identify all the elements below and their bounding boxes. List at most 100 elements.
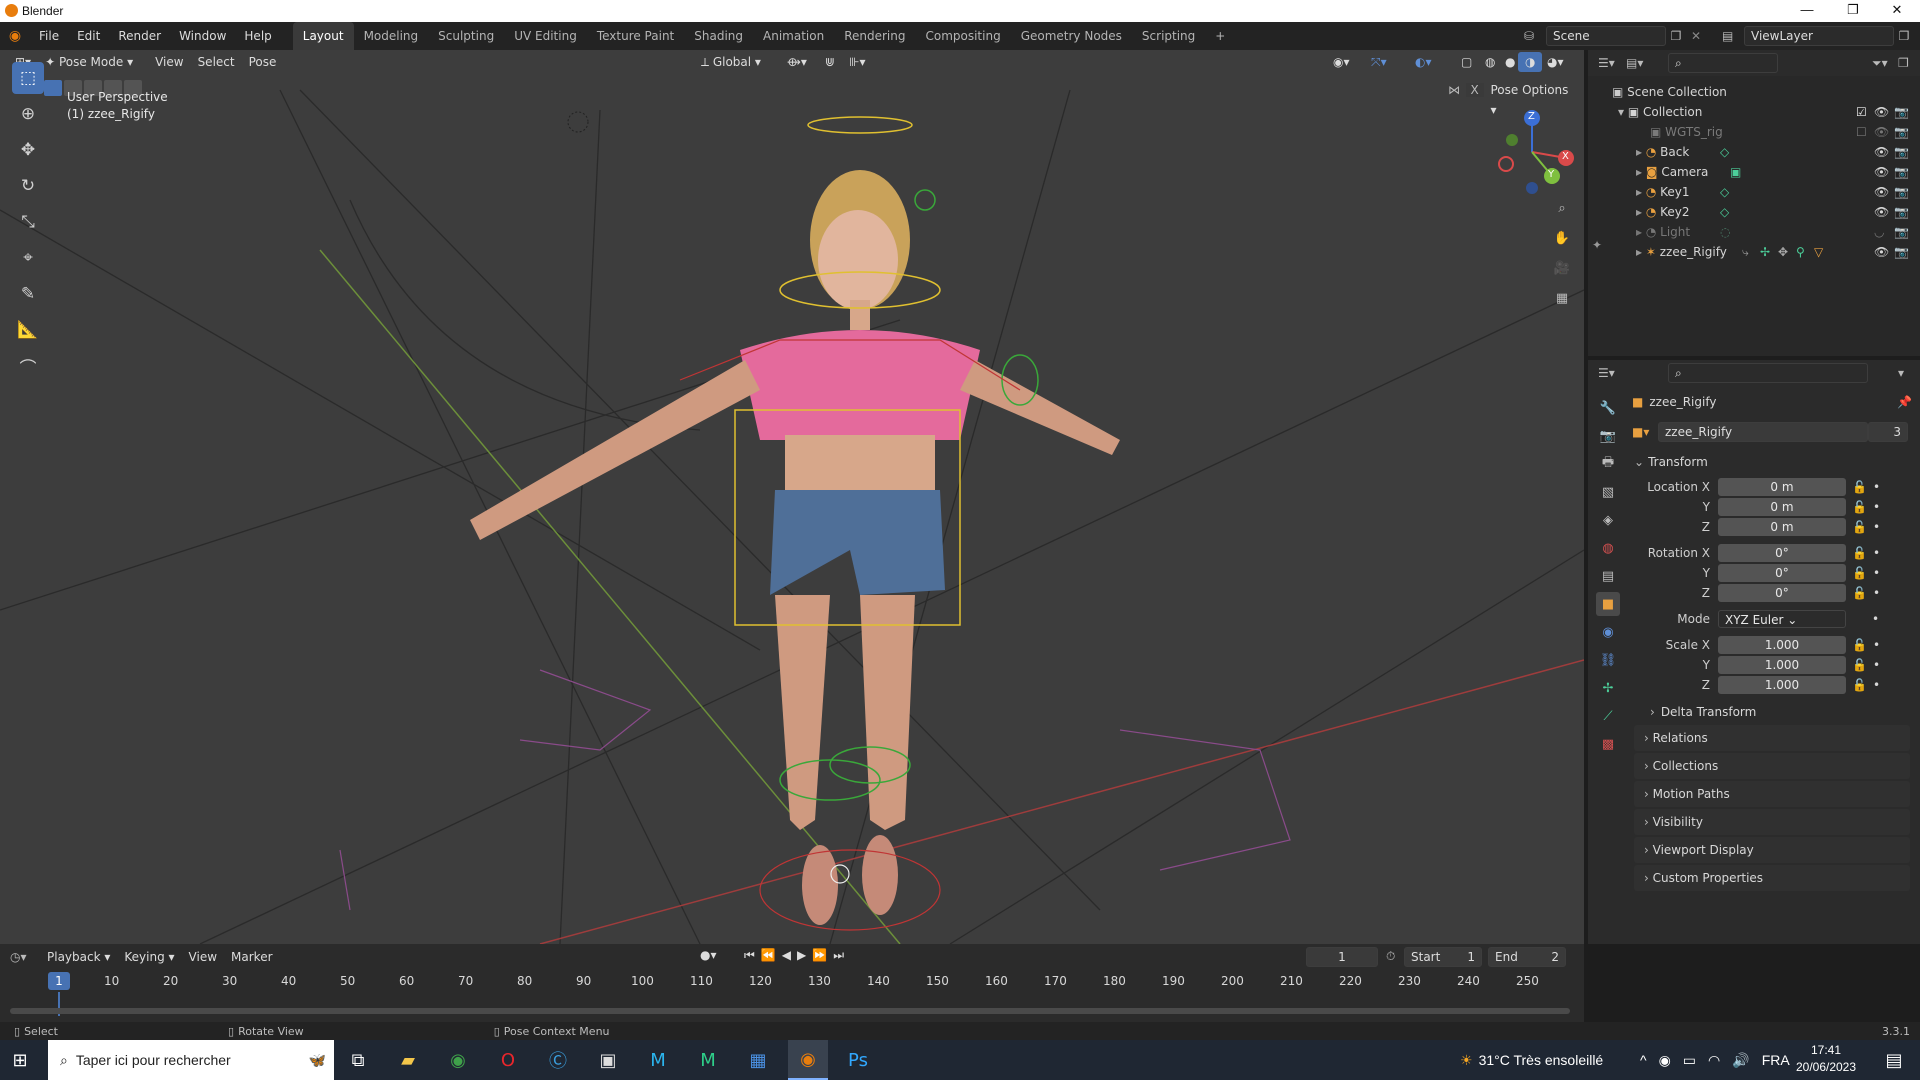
tab-geometry-nodes[interactable]: Geometry Nodes bbox=[1011, 22, 1132, 50]
pose-mode-toggle-icon[interactable]: ✦ bbox=[1592, 238, 1602, 252]
scale-x-field[interactable]: 1.000 bbox=[1718, 636, 1846, 654]
volume-icon[interactable]: 🔊 bbox=[1732, 1052, 1749, 1069]
prev-keyframe-icon[interactable]: ⏪ bbox=[761, 948, 782, 962]
collection-tab-icon[interactable]: ▤ bbox=[1596, 564, 1620, 588]
new-viewlayer-icon[interactable]: ❐ bbox=[1894, 29, 1914, 43]
expand-icon[interactable]: ▸ bbox=[1636, 245, 1646, 259]
lock-icon[interactable]: 🔓 bbox=[1852, 566, 1867, 580]
outliner-item-key1[interactable]: ▸ ◔ Key1 ◇ 👁 📷 bbox=[1588, 182, 1920, 202]
minimize-button[interactable]: — bbox=[1784, 0, 1830, 22]
rotation-z-field[interactable]: 0° bbox=[1718, 584, 1846, 602]
maximize-button[interactable]: ❐ bbox=[1830, 0, 1876, 22]
overlays-icon[interactable]: ◐▾ bbox=[1408, 52, 1439, 72]
visibility-icon[interactable]: ◉▾ bbox=[1326, 52, 1357, 72]
menu-file[interactable]: File bbox=[30, 22, 68, 50]
rotation-x-field[interactable]: 0° bbox=[1718, 544, 1846, 562]
measure-tool-icon[interactable]: 📐 bbox=[12, 314, 44, 346]
blender-menu-icon[interactable]: ◉ bbox=[0, 28, 30, 44]
notifications-icon[interactable]: ▤ bbox=[1874, 1040, 1914, 1080]
tab-texture-paint[interactable]: Texture Paint bbox=[587, 22, 684, 50]
xray-icon[interactable]: ▢ bbox=[1454, 52, 1479, 72]
options-dropdown-icon[interactable]: ▾ bbox=[1898, 366, 1904, 380]
tab-modeling[interactable]: Modeling bbox=[354, 22, 429, 50]
users-count[interactable]: 3 bbox=[1868, 422, 1908, 442]
render-camera-icon[interactable]: 📷 bbox=[1894, 122, 1909, 142]
tray-app-icon[interactable]: ◉ bbox=[1659, 1052, 1671, 1069]
snap-icon[interactable]: ⋓ bbox=[818, 52, 842, 72]
ortho-grid-icon[interactable]: ▦ bbox=[1550, 286, 1574, 310]
lock-icon[interactable]: 🔓 bbox=[1852, 638, 1867, 652]
frame-ruler[interactable]: 1 10 20 30 40 50 60 70 80 90 100 110 120… bbox=[0, 970, 1584, 992]
start-frame-field[interactable]: Start 1 bbox=[1404, 947, 1482, 967]
scene-collection-row[interactable]: ▣ Scene Collection bbox=[1588, 82, 1920, 102]
lock-icon[interactable]: 🔓 bbox=[1852, 586, 1867, 600]
keyframe-dot-icon[interactable]: • bbox=[1873, 520, 1880, 534]
expand-icon[interactable]: ▸ bbox=[1636, 205, 1646, 219]
tab-shading[interactable]: Shading bbox=[684, 22, 753, 50]
tab-uv-editing[interactable]: UV Editing bbox=[504, 22, 587, 50]
jump-start-icon[interactable]: ⏮ bbox=[744, 948, 761, 962]
move-tool-icon[interactable]: ✥ bbox=[12, 134, 44, 166]
timeline-view-menu[interactable]: View bbox=[182, 947, 224, 967]
camera-view-icon[interactable]: 🎥 bbox=[1550, 256, 1574, 280]
lock-icon[interactable]: 🔓 bbox=[1852, 658, 1867, 672]
annotate-tool-icon[interactable]: ✎ bbox=[12, 278, 44, 310]
store-icon[interactable]: ▣ bbox=[588, 1040, 628, 1080]
tab-rendering[interactable]: Rendering bbox=[834, 22, 915, 50]
keyframe-dot-icon[interactable]: • bbox=[1873, 638, 1880, 652]
outliner-item-light[interactable]: ▸ ◔ Light ◌ ◡ 📷 bbox=[1588, 222, 1920, 242]
next-keyframe-icon[interactable]: ⏩ bbox=[812, 948, 833, 962]
current-frame-field[interactable]: 1 bbox=[1306, 947, 1378, 967]
3d-viewport[interactable]: ⊞▾ ✦ Pose Mode ▾ View Select Pose ⟂ Glob… bbox=[0, 50, 1584, 944]
tab-scripting[interactable]: Scripting bbox=[1132, 22, 1205, 50]
taskbar-search-box[interactable]: ⌕ Taper ici pour rechercher 🦋 bbox=[48, 1040, 334, 1080]
mirror-icon[interactable]: ⋈ bbox=[1448, 83, 1466, 97]
lock-icon[interactable]: 🔓 bbox=[1852, 500, 1867, 514]
menu-pose[interactable]: Pose bbox=[242, 52, 284, 72]
eye-icon[interactable]: 👁 bbox=[1874, 202, 1889, 222]
eye-closed-icon[interactable]: ◡ bbox=[1874, 222, 1884, 242]
tab-animation[interactable]: Animation bbox=[753, 22, 834, 50]
render-camera-icon[interactable]: 📷 bbox=[1894, 102, 1909, 122]
snap-target-icon[interactable]: ⊪▾ bbox=[842, 52, 872, 72]
outliner-item-back[interactable]: ▸ ◔ Back ◇ 👁 📷 bbox=[1588, 142, 1920, 162]
menu-edit[interactable]: Edit bbox=[68, 22, 109, 50]
weather-widget[interactable]: ☀ 31°C Très ensoleillé bbox=[1460, 1040, 1603, 1080]
delete-viewlayer-icon[interactable]: ✕ bbox=[1914, 29, 1920, 43]
tab-sculpting[interactable]: Sculpting bbox=[428, 22, 504, 50]
menu-render[interactable]: Render bbox=[109, 22, 170, 50]
output-tab-icon[interactable]: 🖶 bbox=[1596, 452, 1620, 476]
tab-compositing[interactable]: Compositing bbox=[915, 22, 1010, 50]
exclude-checkbox[interactable]: ☐ bbox=[1856, 122, 1867, 142]
scale-y-field[interactable]: 1.000 bbox=[1718, 656, 1846, 674]
preview-range-icon[interactable]: ⏱ bbox=[1386, 949, 1395, 964]
view-layer-tab-icon[interactable]: ▧ bbox=[1596, 480, 1620, 504]
timeline-scrollbar[interactable] bbox=[10, 1008, 1570, 1014]
transform-orientation-dropdown[interactable]: ⟂ Global ▾ bbox=[694, 52, 768, 72]
rotation-y-field[interactable]: 0° bbox=[1718, 564, 1846, 582]
outliner-item-key2[interactable]: ▸ ◔ Key2 ◇ 👁 📷 bbox=[1588, 202, 1920, 222]
lock-icon[interactable]: 🔓 bbox=[1852, 520, 1867, 534]
tool-tab-icon[interactable]: 🔧 bbox=[1596, 396, 1620, 420]
expand-icon[interactable]: ▸ bbox=[1636, 225, 1646, 239]
delete-scene-icon[interactable]: ✕ bbox=[1686, 29, 1706, 43]
render-camera-icon[interactable]: 📷 bbox=[1894, 222, 1909, 242]
scene-tab-icon[interactable]: ◈ bbox=[1596, 508, 1620, 532]
outliner-item-wgts[interactable]: ▣ WGTS_rig ☐ 👁 📷 bbox=[1588, 122, 1920, 142]
keyframe-dot-icon[interactable]: • bbox=[1873, 678, 1880, 692]
keyframe-dot-icon[interactable]: • bbox=[1873, 658, 1880, 672]
armature-data-tab-icon[interactable]: ✢ bbox=[1596, 676, 1620, 700]
playback-menu[interactable]: Playback ▾ bbox=[40, 947, 117, 967]
location-z-field[interactable]: 0 m bbox=[1718, 518, 1846, 536]
opera-icon[interactable]: O bbox=[488, 1040, 528, 1080]
select-box-tool-icon[interactable]: ⬚ bbox=[12, 62, 44, 94]
menu-view[interactable]: View bbox=[148, 52, 190, 72]
outliner-search-input[interactable]: ⌕ bbox=[1668, 53, 1778, 73]
eye-icon[interactable]: 👁 bbox=[1874, 142, 1889, 162]
mode-dropdown[interactable]: ✦ Pose Mode ▾ bbox=[38, 52, 148, 72]
shading-rendered-icon[interactable]: ◕▾ bbox=[1540, 52, 1571, 72]
outliner-editor-icon[interactable]: ☰▾ bbox=[1598, 56, 1626, 70]
battery-icon[interactable]: ▭ bbox=[1683, 1052, 1696, 1069]
texture-tab-icon[interactable]: ▩ bbox=[1596, 732, 1620, 756]
calculator-icon[interactable]: ▦ bbox=[738, 1040, 778, 1080]
